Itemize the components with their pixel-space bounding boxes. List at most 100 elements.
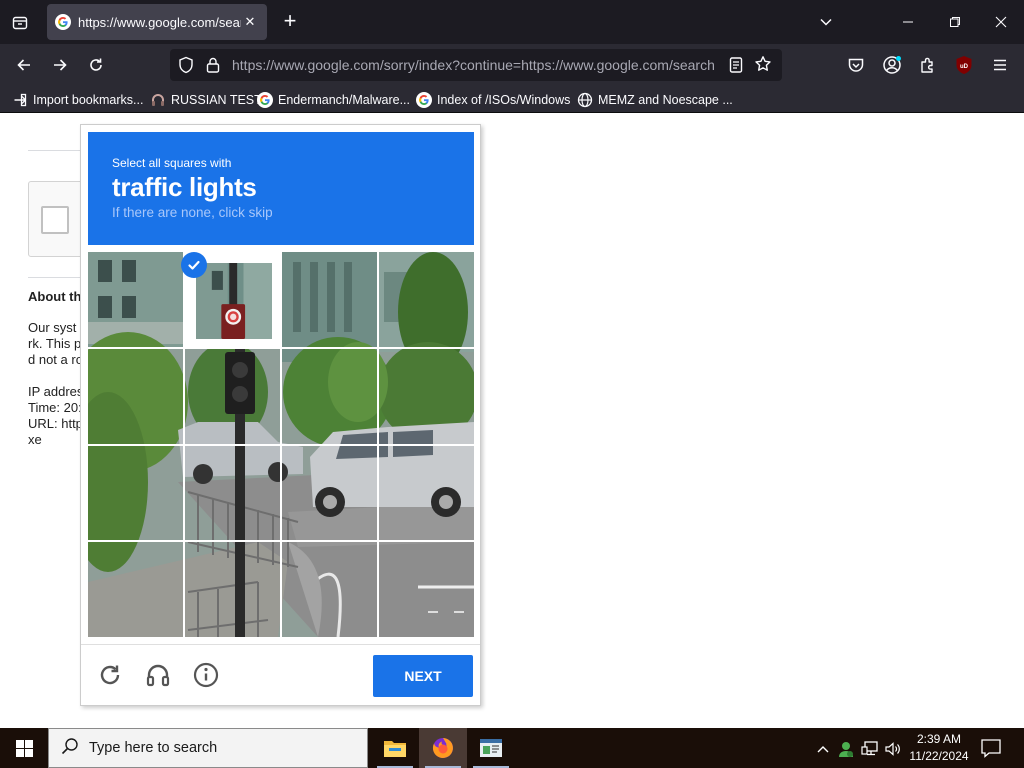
google-favicon: [257, 92, 273, 108]
file-explorer-icon[interactable]: [371, 728, 419, 768]
globe-icon: [577, 92, 593, 108]
body-line: xe: [28, 432, 42, 447]
captcha-instructions: Select all squares with traffic lights I…: [88, 132, 474, 245]
tile-thumbnail: [196, 263, 272, 339]
firefox-taskbar-icon[interactable]: [419, 728, 467, 768]
captcha-tile[interactable]: [185, 542, 281, 637]
body-line: d not a ro: [28, 352, 83, 367]
list-all-tabs-icon[interactable]: [8, 10, 32, 34]
captcha-tile[interactable]: [282, 542, 378, 637]
audio-challenge-icon[interactable]: [145, 662, 171, 688]
clock-time: 2:39 AM: [916, 732, 962, 746]
chevron-down-icon[interactable]: [814, 10, 838, 34]
captcha-tile[interactable]: [282, 349, 378, 445]
google-favicon: [416, 92, 432, 108]
browser-tab[interactable]: https://www.google.com/search ✕: [47, 4, 267, 40]
close-tab-icon[interactable]: ✕: [241, 14, 259, 30]
reader-view-icon[interactable]: [728, 56, 744, 79]
bookmark-label: Index of /ISOs/Windows: [437, 93, 571, 107]
menu-hamburger-icon[interactable]: [988, 53, 1012, 77]
account-icon[interactable]: [880, 53, 904, 77]
bookmark-star-icon[interactable]: [754, 55, 772, 78]
bookmark-russian-test[interactable]: RUSSIAN TEST: [150, 90, 262, 110]
captcha-tile[interactable]: [378, 349, 474, 445]
google-favicon: [55, 14, 71, 30]
info-icon[interactable]: [193, 662, 219, 688]
pocket-icon[interactable]: [844, 53, 868, 77]
captcha-tile[interactable]: [378, 252, 474, 348]
windows-start-icon[interactable]: [0, 728, 48, 768]
body-line: IP addres: [28, 384, 84, 399]
about-heading: About th: [28, 289, 82, 304]
captcha-tile[interactable]: [185, 349, 281, 445]
url-path: /sorry/index?continue=https://www.google…: [379, 57, 715, 73]
captcha-image-grid: [88, 252, 474, 637]
bookmark-label: Endermanch/Malware...: [278, 93, 411, 107]
search-placeholder: Type here to search: [89, 740, 218, 756]
captcha-tile[interactable]: [282, 252, 378, 348]
bookmark-label: MEMZ and Noescape ...: [598, 93, 733, 107]
clock-date: 11/22/2024: [909, 749, 969, 763]
import-icon: [12, 92, 28, 108]
skip-hint: If there are none, click skip: [112, 205, 273, 220]
captcha-challenge-popup: Select all squares with traffic lights I…: [80, 124, 481, 706]
url-text[interactable]: https://www.google.com/sorry/index?conti…: [232, 57, 717, 73]
body-line: URL: http: [28, 416, 83, 431]
captcha-tile[interactable]: [185, 445, 281, 541]
svg-text:uD: uD: [960, 64, 969, 70]
captcha-tile[interactable]: [378, 542, 474, 637]
ublock-origin-icon[interactable]: uD: [952, 53, 976, 77]
captcha-tile[interactable]: [88, 445, 184, 541]
bookmark-label: RUSSIAN TEST: [171, 93, 262, 107]
network-icon[interactable]: [861, 740, 879, 758]
body-line: Our syst: [28, 320, 77, 335]
app-window-icon[interactable]: [467, 728, 515, 768]
minimize-icon[interactable]: [896, 10, 920, 34]
show-hidden-icons-chevron-icon[interactable]: [814, 740, 832, 758]
restore-icon[interactable]: [943, 10, 967, 34]
headset-favicon: [150, 92, 166, 108]
bookmark-import[interactable]: Import bookmarks...: [12, 90, 143, 110]
captcha-tile[interactable]: [88, 542, 184, 637]
notification-center-icon[interactable]: [980, 738, 1002, 758]
windows-taskbar: Type here to search 2:39 AM 11/22/2024: [0, 728, 1024, 768]
tab-title: https://www.google.com/search: [78, 14, 241, 30]
target-object: traffic lights: [112, 172, 257, 202]
next-button[interactable]: NEXT: [373, 655, 473, 697]
recaptcha-widget: [28, 181, 88, 257]
people-icon[interactable]: [837, 740, 855, 758]
lock-icon[interactable]: [205, 56, 221, 79]
forward-icon[interactable]: [48, 53, 72, 77]
tracking-protection-icon[interactable]: [178, 56, 194, 79]
instruction-text: Select all squares with: [112, 156, 232, 170]
bookmark-isos-windows[interactable]: Index of /ISOs/Windows: [416, 90, 570, 110]
captcha-tile[interactable]: [378, 445, 474, 541]
body-line: Time: 20:: [28, 400, 82, 415]
bookmark-endermanch[interactable]: Endermanch/Malware...: [257, 90, 410, 110]
bookmarks-toolbar: Import bookmarks... RUSSIAN TEST Enderma…: [0, 86, 1024, 113]
reload-challenge-icon[interactable]: [97, 662, 123, 688]
taskbar-search-box[interactable]: Type here to search: [48, 728, 368, 768]
reload-icon[interactable]: [84, 53, 108, 77]
navigation-toolbar: https://www.google.com/sorry/index?conti…: [0, 44, 1024, 86]
url-host: https://www.google.com: [232, 57, 380, 73]
checkmark-icon: [181, 252, 207, 278]
address-bar[interactable]: https://www.google.com/sorry/index?conti…: [170, 49, 782, 81]
new-tab-icon[interactable]: +: [278, 10, 302, 34]
captcha-footer: NEXT: [81, 644, 480, 706]
system-clock[interactable]: 2:39 AM 11/22/2024: [906, 731, 972, 765]
recaptcha-checkbox[interactable]: [41, 206, 69, 234]
body-line: rk. This p: [28, 336, 82, 351]
extensions-icon[interactable]: [916, 53, 940, 77]
volume-icon[interactable]: [884, 740, 902, 758]
divider: [28, 150, 88, 151]
bookmark-memz[interactable]: MEMZ and Noescape ...: [577, 90, 733, 110]
captcha-tile[interactable]: [282, 445, 378, 541]
back-icon[interactable]: [12, 53, 36, 77]
divider: [28, 277, 88, 278]
captcha-tile[interactable]: [88, 349, 184, 445]
close-window-icon[interactable]: [989, 10, 1013, 34]
search-icon: [61, 737, 79, 760]
captcha-tile[interactable]: [88, 252, 184, 348]
bookmark-label: Import bookmarks...: [33, 93, 144, 107]
